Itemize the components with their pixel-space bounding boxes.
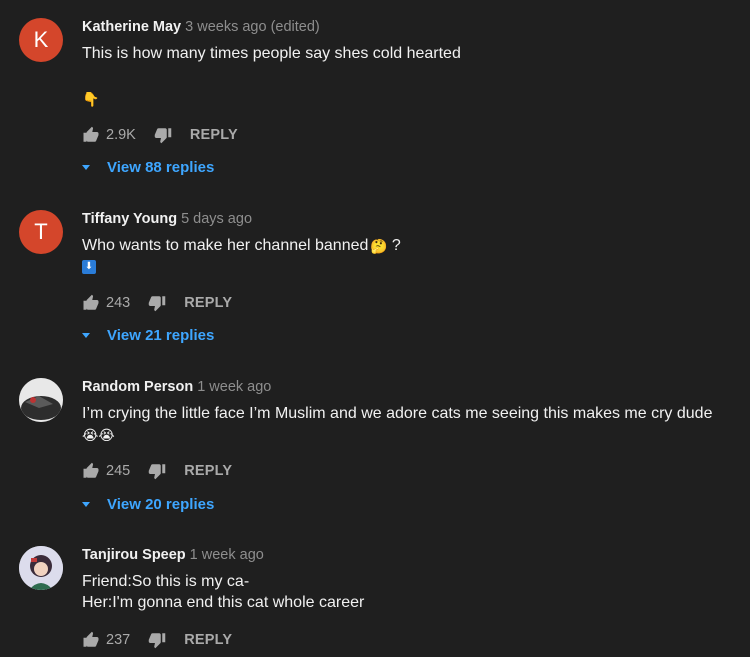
timestamp[interactable]: 3 weeks ago (edited)	[185, 19, 320, 35]
author-name[interactable]: Katherine May	[82, 19, 181, 35]
timestamp[interactable]: 5 days ago	[181, 211, 252, 227]
like-count: 243	[106, 295, 131, 311]
like-count: 2.9K	[106, 127, 136, 143]
comment-body: Random Person 1 week ago I’m crying the l…	[82, 378, 730, 513]
comment-text: This is how many times people say shes c…	[82, 43, 730, 64]
comment-body: Katherine May 3 weeks ago (edited) This i…	[82, 18, 730, 176]
down-arrow-emoji: ⬇	[82, 259, 96, 274]
reply-button[interactable]: REPLY	[184, 463, 232, 479]
avatar-letter: K	[33, 27, 49, 52]
avatar-photo	[19, 378, 63, 422]
comment-header: Random Person 1 week ago	[82, 378, 730, 396]
thumbs-up-icon[interactable]	[82, 631, 100, 649]
reply-button[interactable]: REPLY	[190, 127, 238, 143]
reply-button[interactable]: REPLY	[184, 632, 232, 648]
comment-line-suffix: ?	[391, 237, 401, 254]
comment-header: Katherine May 3 weeks ago (edited)	[82, 18, 730, 36]
caret-down-icon	[82, 501, 90, 507]
thumbs-down-icon[interactable]	[154, 126, 172, 144]
comment-actions: 2.9K REPLY	[82, 125, 238, 145]
comment-text: Friend:So this is my ca- Her:I'm gonna e…	[82, 571, 730, 613]
comment-text: Who wants to make her channel banned 🤔? ⬇	[82, 235, 730, 277]
comment-text: I’m crying the little face I’m Muslim an…	[82, 403, 730, 445]
timestamp[interactable]: 1 week ago	[197, 379, 271, 395]
reply-button[interactable]: REPLY	[184, 295, 232, 311]
pointing-down-emoji: 👇	[82, 90, 100, 107]
caret-down-icon	[82, 332, 90, 338]
comment-actions: 243 REPLY	[82, 293, 232, 313]
avatar[interactable]	[19, 546, 63, 590]
author-name[interactable]: Random Person	[82, 379, 193, 395]
comment-line: ⬇	[82, 256, 730, 277]
thumbs-down-icon[interactable]	[148, 294, 166, 312]
comment-actions: 245 REPLY	[82, 461, 232, 481]
thinking-face-emoji: 🤔	[370, 237, 388, 254]
timestamp[interactable]: 1 week ago	[190, 547, 264, 563]
thumbs-up-icon[interactable]	[82, 126, 100, 144]
comment-header: Tanjirou Speep 1 week ago	[82, 546, 730, 564]
comment-actions: 237 REPLY	[82, 630, 232, 650]
caret-down-icon	[82, 164, 90, 170]
author-name[interactable]: Tanjirou Speep	[82, 547, 186, 563]
comment-line: I’m crying the little face I’m Muslim an…	[82, 405, 713, 422]
view-replies-button[interactable]: View 20 replies	[82, 494, 214, 514]
thumbs-down-icon[interactable]	[148, 631, 166, 649]
comment-line: This is how many times people say shes c…	[82, 45, 461, 62]
comment-line: Friend:So this is my ca-	[82, 573, 250, 590]
crying-face-emoji: 😭😭	[82, 426, 115, 443]
avatar[interactable]: K	[19, 18, 63, 62]
comment-header: Tiffany Young 5 days ago	[82, 210, 730, 228]
like-count: 237	[106, 632, 131, 648]
avatar[interactable]	[19, 378, 63, 422]
comment-body: Tiffany Young 5 days ago Who wants to mak…	[82, 210, 730, 344]
comment-line: 😭😭	[82, 424, 730, 445]
comment-line: Who wants to make her channel banned 🤔?	[82, 235, 730, 256]
thumbs-up-icon[interactable]	[82, 294, 100, 312]
view-replies-label: View 88 replies	[107, 158, 215, 176]
avatar[interactable]: T	[19, 210, 63, 254]
author-name[interactable]: Tiffany Young	[82, 211, 177, 227]
view-replies-label: View 20 replies	[107, 495, 215, 513]
comment-line: Her:I'm gonna end this cat whole career	[82, 594, 365, 611]
comment-line-text: Who wants to make her channel banned	[82, 237, 369, 254]
view-replies-button[interactable]: View 21 replies	[82, 325, 214, 345]
view-replies-button[interactable]: View 88 replies	[82, 157, 214, 177]
thumbs-up-icon[interactable]	[82, 462, 100, 480]
comment-body: Tanjirou Speep 1 week ago Friend:So this …	[82, 546, 730, 649]
emoji-line: 👇	[82, 90, 99, 108]
avatar-photo	[19, 546, 63, 590]
thumbs-down-icon[interactable]	[148, 462, 166, 480]
avatar-letter: T	[34, 219, 48, 244]
like-count: 245	[106, 463, 131, 479]
view-replies-label: View 21 replies	[107, 326, 215, 344]
